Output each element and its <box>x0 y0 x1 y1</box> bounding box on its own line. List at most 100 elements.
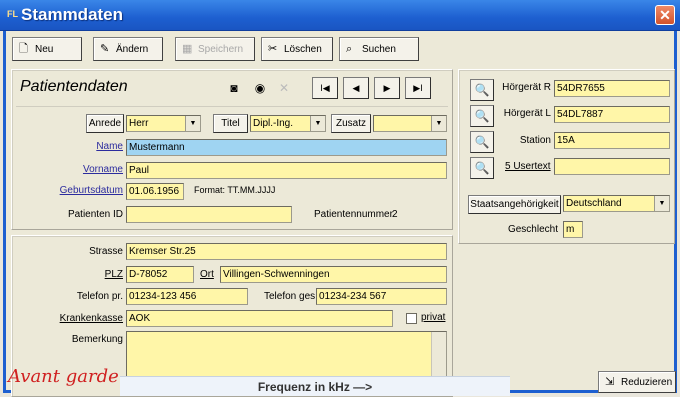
telefon-ges-field[interactable]: 01234-234 567 <box>316 288 447 305</box>
name-label[interactable]: Name <box>26 141 123 152</box>
anrede-button[interactable]: Anrede <box>86 114 124 133</box>
delete-button[interactable]: ✂ Löschen <box>261 37 333 61</box>
telefon-pr-label: Telefon pr. <box>76 291 123 302</box>
hoergeraet-r-search-button[interactable]: 🔍 <box>470 79 494 101</box>
staatsangehoerigkeit-value: Deutschland <box>566 198 622 209</box>
scrollbar[interactable] <box>431 332 446 382</box>
geburtsdatum-field[interactable]: 01.06.1956 <box>126 183 184 200</box>
main-window: 🗋 Neu ✎ Ändern ▦ Speichern ✂ Löschen ⌕ Suchen… <box>3 31 677 397</box>
new-label: Neu <box>35 44 54 55</box>
patienten-id-field[interactable] <box>126 206 292 223</box>
divider <box>16 106 448 107</box>
magnifier-icon: 🔍 <box>474 109 490 123</box>
station-search-button[interactable]: 🔍 <box>470 131 494 153</box>
privat-checkbox[interactable] <box>406 313 417 324</box>
first-icon: I◀ <box>320 83 330 93</box>
record-icon: ◙ <box>230 81 238 95</box>
new-button[interactable]: 🗋 Neu <box>12 37 82 61</box>
format-hint: Format: TT.MM.JJJJ <box>194 185 276 195</box>
geschlecht-label: Geschlecht <box>507 224 558 235</box>
krankenkasse-field[interactable]: AOK <box>126 310 393 327</box>
hoergeraet-l-search-button[interactable]: 🔍 <box>470 105 494 127</box>
window-title: Stammdaten <box>21 5 124 24</box>
usertext-field[interactable] <box>554 158 670 175</box>
hoergeraet-r-label: Hörgerät R <box>502 82 551 93</box>
usertext-search-button[interactable]: 🔍 <box>470 157 494 179</box>
next-icon: ▶ <box>383 83 391 93</box>
station-field[interactable]: 15A <box>554 132 670 149</box>
krankenkasse-label: Krankenkasse <box>59 313 123 324</box>
chevron-down-icon: ▼ <box>185 116 200 131</box>
titel-value: Dipl.-Ing. <box>253 118 294 129</box>
telefon-pr-field[interactable]: 01234-123 456 <box>126 288 248 305</box>
patientennummer-label: Patientennummer <box>314 209 393 220</box>
frequency-label: Frequenz in kHz —> <box>120 376 510 396</box>
hoergeraet-l-field[interactable]: 54DL7887 <box>554 106 670 123</box>
edit-label: Ändern <box>116 44 149 55</box>
staatsangehoerigkeit-select[interactable]: Deutschland ▼ <box>563 195 670 212</box>
record-add-icon-button[interactable]: ◉ <box>249 77 271 99</box>
search-button[interactable]: ⌕ Suchen <box>339 37 419 61</box>
titel-select[interactable]: Dipl.-Ing. ▼ <box>250 115 326 132</box>
brand-logo: Avant garde <box>8 366 119 387</box>
delete-icon: ✂ <box>268 43 278 55</box>
edit-button[interactable]: ✎ Ändern <box>93 37 163 61</box>
record-delete-icon-button[interactable]: ✕ <box>273 77 295 99</box>
ort-label[interactable]: Ort <box>200 269 214 280</box>
anrede-select[interactable]: Herr ▼ <box>126 115 201 132</box>
staatsangehoerigkeit-button[interactable]: Staatsangehörigkeit <box>468 195 561 214</box>
titel-button[interactable]: Titel <box>213 114 248 133</box>
reduce-icon: ⇲ <box>605 376 615 388</box>
search-icon: ⌕ <box>346 43 353 55</box>
last-record-button[interactable]: ▶I <box>405 77 431 99</box>
chevron-down-icon: ▼ <box>654 196 669 211</box>
hoergeraet-l-label: Hörgerät L <box>503 108 551 119</box>
delete-label: Löschen <box>284 44 322 55</box>
strasse-field[interactable]: Kremser Str.25 <box>126 243 447 260</box>
prev-icon: ◀ <box>352 83 360 93</box>
record-delete-icon: ✕ <box>278 81 290 95</box>
save-label: Speichern <box>198 44 244 55</box>
record-add-icon: ◉ <box>254 81 266 95</box>
usertext-label: 5 Usertext <box>505 161 551 172</box>
geburtsdatum-label[interactable]: Geburtsdatum <box>26 185 123 196</box>
plz-field[interactable]: D-78052 <box>126 266 194 283</box>
anrede-value: Herr <box>129 118 149 129</box>
magnifier-icon: 🔍 <box>474 135 490 149</box>
hoergeraet-r-field[interactable]: 54DR7655 <box>554 80 670 97</box>
prev-record-button[interactable]: ◀ <box>343 77 369 99</box>
zusatz-button[interactable]: Zusatz <box>331 114 371 133</box>
vorname-label[interactable]: Vorname <box>26 164 123 175</box>
patientennummer-value: 2 <box>392 209 398 220</box>
section-title: Patientendaten <box>20 78 128 95</box>
privat-label[interactable]: privat <box>421 312 445 323</box>
app-icon: FL <box>7 9 18 19</box>
last-icon: ▶I <box>413 83 423 93</box>
record-icon-button[interactable]: ◙ <box>223 77 245 99</box>
save-button[interactable]: ▦ Speichern <box>175 37 255 61</box>
close-button[interactable]: ✕ <box>655 5 675 25</box>
close-icon: ✕ <box>659 7 671 23</box>
name-field[interactable]: Mustermann <box>126 139 447 156</box>
strasse-label: Strasse <box>89 246 123 257</box>
save-icon: ▦ <box>182 43 193 55</box>
patienten-id-label: Patienten ID <box>67 209 123 220</box>
bemerkung-label: Bemerkung <box>71 334 123 345</box>
search-label: Suchen <box>362 44 396 55</box>
magnifier-icon: 🔍 <box>474 161 490 175</box>
first-record-button[interactable]: I◀ <box>312 77 338 99</box>
zusatz-select[interactable]: ▼ <box>373 115 447 132</box>
chevron-down-icon: ▼ <box>310 116 325 131</box>
plz-label[interactable]: PLZ <box>26 269 123 280</box>
ort-field[interactable]: Villingen-Schwenningen <box>220 266 447 283</box>
edit-icon: ✎ <box>100 43 110 55</box>
magnifier-icon: 🔍 <box>474 83 490 97</box>
telefon-ges-label: Telefon ges. <box>264 291 318 302</box>
station-label: Station <box>519 135 551 146</box>
reduce-button[interactable]: ⇲ Reduzieren <box>598 371 676 393</box>
vorname-field[interactable]: Paul <box>126 162 447 179</box>
reduce-label: Reduzieren <box>621 377 673 388</box>
chevron-down-icon: ▼ <box>431 116 446 131</box>
next-record-button[interactable]: ▶ <box>374 77 400 99</box>
geschlecht-field[interactable]: m <box>563 221 583 238</box>
